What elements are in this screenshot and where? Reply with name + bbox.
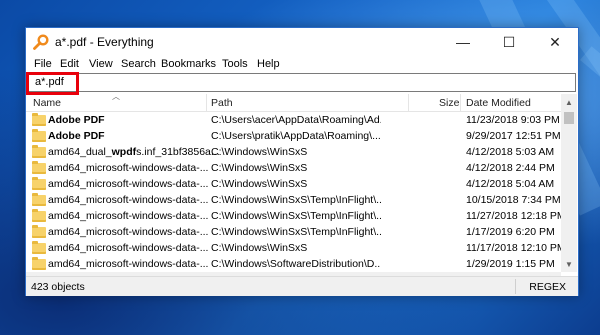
result-row[interactable]: amd64_microsoft-windows-data-... C:\Wind… (26, 176, 561, 192)
result-date: 11/27/2018 12:18 PM (466, 210, 561, 222)
result-name: amd64_microsoft-windows-data-... (48, 178, 209, 190)
scroll-up-icon[interactable]: ▲ (561, 94, 577, 110)
result-name: amd64_microsoft-windows-data-... (48, 210, 209, 222)
column-divider[interactable] (206, 94, 207, 111)
result-row[interactable]: amd64_dual_wpdfs.inf_31bf3856a... C:\Win… (26, 144, 561, 160)
close-button[interactable]: ✕ (532, 28, 578, 56)
folder-icon (32, 209, 46, 222)
folder-icon (32, 145, 46, 158)
maximize-button[interactable]: ☐ (486, 28, 532, 56)
result-date: 4/12/2018 5:04 AM (466, 178, 555, 190)
column-name[interactable]: Name (33, 97, 61, 109)
result-path: C:\Users\pratik\AppData\Roaming\... (211, 130, 381, 142)
result-row[interactable]: Adobe PDF C:\Users\pratik\AppData\Roamin… (26, 128, 561, 144)
menu-bookmarks[interactable]: Bookmarks (161, 58, 216, 70)
result-date: 1/17/2019 6:20 PM (466, 226, 555, 238)
result-path: C:\Windows\WinSxS\Temp\InFlight\... (211, 210, 381, 222)
search-input[interactable]: a*.pdf (28, 73, 576, 92)
vertical-scrollbar[interactable]: ▲ ▼ (561, 94, 577, 272)
result-name: amd64_dual_wpdfs.inf_31bf3856a... (48, 146, 220, 158)
result-row[interactable]: amd64_microsoft-windows-data-... C:\Wind… (26, 208, 561, 224)
sort-ascending-icon: ︿ (112, 92, 120, 101)
result-row[interactable]: amd64_microsoft-windows-data-... C:\Wind… (26, 256, 561, 272)
column-path[interactable]: Path (211, 97, 233, 109)
menu-bar: File Edit View Search Bookmarks Tools He… (26, 56, 578, 73)
result-path: C:\Windows\WinSxS (211, 178, 308, 190)
folder-icon (32, 161, 46, 174)
result-row[interactable]: Adobe PDF C:\Users\acer\AppData\Roaming\… (26, 112, 561, 128)
everything-window: a*.pdf - Everything — ☐ ✕ File Edit View… (25, 27, 579, 296)
menu-tools[interactable]: Tools (222, 58, 248, 70)
folder-icon (32, 225, 46, 238)
result-date: 9/29/2017 12:51 PM (466, 130, 561, 142)
window-title: a*.pdf - Everything (55, 35, 154, 49)
result-path: C:\Windows\WinSxS (211, 146, 308, 158)
result-name: amd64_microsoft-windows-data-... (48, 226, 209, 238)
column-date-modified[interactable]: Date Modified (466, 97, 531, 109)
result-name: Adobe PDF (48, 130, 105, 142)
results-list: Adobe PDF C:\Users\acer\AppData\Roaming\… (26, 112, 561, 272)
column-divider[interactable] (408, 94, 409, 111)
folder-icon (32, 113, 46, 126)
result-date: 10/15/2018 7:34 PM (466, 194, 561, 206)
result-name: Adobe PDF (48, 114, 105, 126)
result-path: C:\Windows\WinSxS\Temp\InFlight\... (211, 226, 381, 238)
menu-search[interactable]: Search (121, 58, 156, 70)
folder-icon (32, 257, 46, 270)
result-path: C:\Windows\SoftwareDistribution\D... (211, 258, 381, 270)
result-name: amd64_microsoft-windows-data-... (48, 162, 209, 174)
column-header: Name ︿ Path Size Date Modified (26, 92, 561, 112)
result-row[interactable]: amd64_microsoft-windows-data-... C:\Wind… (26, 240, 561, 256)
result-date: 11/17/2018 12:10 PM (466, 242, 561, 254)
folder-icon (32, 241, 46, 254)
folder-icon (32, 193, 46, 206)
scrollbar-thumb[interactable] (564, 112, 574, 124)
title-bar[interactable]: a*.pdf - Everything — ☐ ✕ (26, 28, 578, 56)
result-date: 1/29/2019 1:15 PM (466, 258, 555, 270)
close-icon: ✕ (549, 33, 561, 50)
result-path: C:\Windows\WinSxS (211, 162, 308, 174)
result-path: C:\Users\acer\AppData\Roaming\Ad... (211, 114, 381, 126)
result-name: amd64_microsoft-windows-data-... (48, 242, 209, 254)
magnifier-icon (33, 34, 49, 50)
minimize-button[interactable]: — (440, 28, 486, 56)
status-divider (515, 279, 516, 294)
result-date: 4/12/2018 5:03 AM (466, 146, 555, 158)
column-divider[interactable] (460, 94, 461, 111)
menu-view[interactable]: View (89, 58, 113, 70)
folder-icon (32, 177, 46, 190)
result-path: C:\Windows\WinSxS (211, 242, 308, 254)
result-date: 4/12/2018 2:44 PM (466, 162, 555, 174)
result-row[interactable]: amd64_microsoft-windows-data-... C:\Wind… (26, 224, 561, 240)
minimize-icon: — (456, 34, 470, 50)
result-path: C:\Windows\WinSxS\Temp\InFlight\... (211, 194, 381, 206)
status-bar: 423 objects REGEX (26, 276, 578, 296)
regex-indicator[interactable]: REGEX (529, 281, 566, 293)
object-count: 423 objects (31, 281, 85, 293)
menu-help[interactable]: Help (257, 58, 280, 70)
result-date: 11/23/2018 9:03 PM (466, 114, 560, 126)
result-row[interactable]: amd64_microsoft-windows-data-... C:\Wind… (26, 192, 561, 208)
folder-icon (32, 129, 46, 142)
result-name: amd64_microsoft-windows-data-... (48, 194, 209, 206)
scroll-down-icon[interactable]: ▼ (561, 256, 577, 272)
column-size[interactable]: Size (439, 97, 459, 109)
menu-file[interactable]: File (34, 58, 52, 70)
menu-edit[interactable]: Edit (60, 58, 79, 70)
maximize-icon: ☐ (502, 33, 516, 50)
result-row[interactable]: amd64_microsoft-windows-data-... C:\Wind… (26, 160, 561, 176)
search-highlight-box (26, 72, 79, 95)
result-name: amd64_microsoft-windows-data-... (48, 258, 209, 270)
